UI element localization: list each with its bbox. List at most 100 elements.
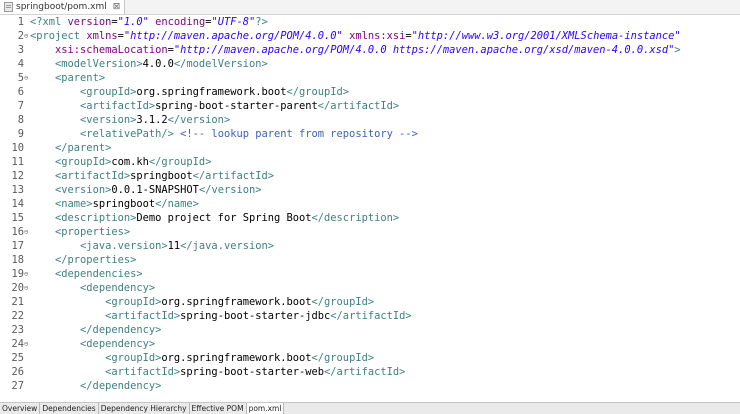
code-line[interactable]: 25 <groupId>org.springframework.boot</gr… — [0, 351, 740, 365]
code-token: <modelVersion> — [55, 58, 143, 70]
xml-file-icon — [4, 2, 13, 12]
code-token: <artifactId> — [80, 100, 156, 112]
code-line[interactable]: 15 <description>Demo project for Spring … — [0, 211, 740, 225]
code-line[interactable]: 12 <artifactId>springboot</artifactId> — [0, 169, 740, 183]
code-token: xmlns:xsi — [349, 30, 406, 42]
code-token: <dependency> — [80, 282, 156, 294]
line-number: 8 — [17, 114, 24, 126]
code-token: encoding — [155, 16, 206, 28]
code-token: </java.version> — [180, 240, 274, 252]
code-line[interactable]: 13 <version>0.0.1-SNAPSHOT</version> — [0, 183, 740, 197]
code-token: <groupId> — [55, 156, 112, 168]
code-line[interactable]: 2 ⊖ <project xmlns="http://maven.apache.or… — [0, 29, 740, 43]
bottom-tab-dependencies[interactable]: Dependencies — [40, 403, 99, 414]
code-token: </version> — [198, 184, 262, 196]
code-line[interactable]: 22 <artifactId>spring-boot-starter-jdbc<… — [0, 309, 740, 323]
code-line[interactable]: 4 <modelVersion>4.0.0</modelVersion> — [0, 57, 740, 71]
code-token: <parent> — [55, 72, 106, 84]
code-token: "http://maven.apache.org/POM/4.0.0 https… — [173, 44, 675, 56]
code-text: <groupId>com.kh</groupId> — [30, 155, 211, 169]
code-text: xsi:schemaLocation="http://maven.apache.… — [30, 43, 681, 57]
editor-tab-bar: springboot/pom.xml ⊠ — [0, 0, 740, 15]
code-text: </properties> — [30, 253, 136, 267]
code-token: <groupId> — [105, 352, 162, 364]
code-token: </properties> — [55, 254, 137, 266]
code-text: <groupId>org.springframework.boot</group… — [30, 295, 374, 309]
code-line[interactable]: 11 <groupId>com.kh</groupId> — [0, 155, 740, 169]
line-number: 5 — [17, 72, 24, 84]
line-number: 17 — [11, 240, 24, 252]
code-line[interactable]: 20 ⊖ <dependency> — [0, 281, 740, 295]
code-token: <dependencies> — [55, 268, 143, 280]
code-token: <groupId> — [80, 86, 137, 98]
code-line[interactable]: 8 <version>3.1.2</version> — [0, 113, 740, 127]
code-line[interactable]: 26 <artifactId>spring-boot-starter-web</… — [0, 365, 740, 379]
line-number: 15 — [11, 212, 24, 224]
code-token: </description> — [311, 212, 400, 224]
code-line[interactable]: 10 </parent> — [0, 141, 740, 155]
code-line[interactable]: 9 <relativePath/> <!-- lookup parent fro… — [0, 127, 740, 141]
code-token: "http://maven.apache.org/POM/4.0.0" — [123, 30, 343, 42]
code-text: <groupId>org.springframework.boot</group… — [30, 351, 374, 365]
code-line[interactable]: 21 <groupId>org.springframework.boot</gr… — [0, 295, 740, 309]
bottom-tab-pom-xml[interactable]: pom.xml — [246, 403, 285, 414]
line-number: 26 — [11, 366, 24, 378]
code-text: <parent> — [30, 71, 105, 85]
close-icon[interactable]: ⊠ — [113, 2, 121, 12]
code-token: </groupId> — [148, 156, 212, 168]
code-line[interactable]: 27 </dependency> — [0, 379, 740, 393]
code-line[interactable]: 1 <?xml version="1.0" encoding="UTF-8"?> — [0, 15, 740, 29]
code-text: </dependency> — [30, 323, 161, 337]
code-token: spring-boot-starter-jdbc — [180, 310, 331, 322]
line-number: 2 — [17, 30, 24, 42]
code-line[interactable]: 6 <groupId>org.springframework.boot</gro… — [0, 85, 740, 99]
code-line[interactable]: 19 ⊖ <dependencies> — [0, 267, 740, 281]
code-line[interactable]: 24 ⊖ <dependency> — [0, 337, 740, 351]
code-line[interactable]: 7 <artifactId>spring-boot-starter-parent… — [0, 99, 740, 113]
line-number: 25 — [11, 352, 24, 364]
code-text: <dependency> — [30, 281, 155, 295]
code-line[interactable]: 3 xsi:schemaLocation="http://maven.apach… — [0, 43, 740, 57]
code-token: xml — [42, 16, 68, 28]
code-token: </groupId> — [286, 86, 350, 98]
code-token: "UTF-8" — [211, 16, 256, 28]
code-token: </groupId> — [311, 296, 375, 308]
code-text: <artifactId>springboot</artifactId> — [30, 169, 274, 183]
code-token: org.springframework.boot — [161, 352, 312, 364]
bottom-tab-dependency-hierarchy[interactable]: Dependency Hierarchy — [99, 403, 190, 414]
bottom-tab-overview[interactable]: Overview — [0, 403, 41, 414]
code-editor[interactable]: 1 <?xml version="1.0" encoding="UTF-8"?> 2… — [0, 15, 740, 402]
code-token: "http://www.w3.org/2001/XMLSchema-instan… — [411, 30, 681, 42]
code-text: <artifactId>spring-boot-starter-parent</… — [30, 99, 399, 113]
line-number: 22 — [11, 310, 24, 322]
line-number: 3 — [17, 44, 24, 56]
code-line[interactable]: 14 <name>springboot</name> — [0, 197, 740, 211]
code-token: <dependency> — [80, 338, 156, 350]
line-number: 12 — [11, 170, 24, 182]
code-line[interactable]: 23 </dependency> — [0, 323, 740, 337]
code-line[interactable]: 17 <java.version>11</java.version> — [0, 239, 740, 253]
editor-tab-pom[interactable]: springboot/pom.xml ⊠ — [0, 0, 126, 14]
code-line[interactable]: 5 ⊖ <parent> — [0, 71, 740, 85]
code-token: </artifactId> — [192, 170, 274, 182]
line-number: 19 — [11, 268, 24, 280]
code-token: <java.version> — [80, 240, 168, 252]
line-number: 21 — [11, 296, 24, 308]
code-line[interactable]: 16 ⊖ <properties> — [0, 225, 740, 239]
code-text: <artifactId>spring-boot-starter-jdbc</ar… — [30, 309, 412, 323]
code-token: springboot — [92, 198, 156, 210]
code-line[interactable]: 18 </properties> — [0, 253, 740, 267]
line-number: 13 — [11, 184, 24, 196]
code-token: </name> — [155, 198, 199, 210]
code-token: xmlns — [86, 30, 118, 42]
bottom-tab-effective-pom[interactable]: Effective POM — [190, 403, 247, 414]
code-token: springboot — [130, 170, 193, 182]
line-number: 23 — [11, 324, 24, 336]
